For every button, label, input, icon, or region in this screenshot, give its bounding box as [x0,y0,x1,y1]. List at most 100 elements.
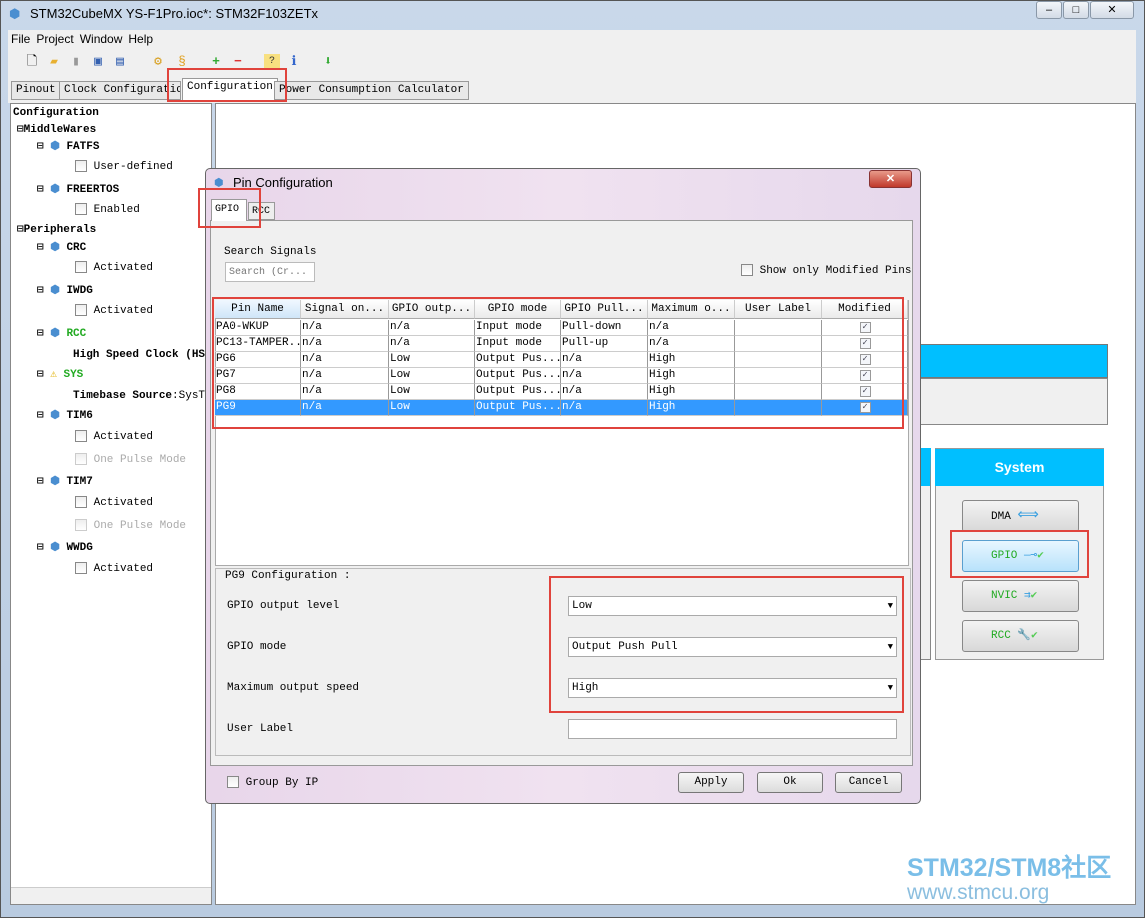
modified-checkbox[interactable]: ✓ [859,354,871,365]
tree-crc[interactable]: ⊟ ⬢ CRC [37,240,86,254]
checkbox[interactable] [227,776,239,788]
dialog-close-button[interactable]: ✕ [869,170,912,188]
table-cell: High [648,400,735,416]
nvic-button[interactable]: NVIC ⇉✔ [962,580,1079,612]
tree-label: SYS [63,369,84,381]
modified-checkbox[interactable]: ✓ [859,338,871,349]
close-window-button[interactable]: ✕ [1090,1,1134,19]
tree-fatfs[interactable]: ⊟ ⬢ FATFS [37,139,99,153]
ok-button[interactable]: Ok [757,772,823,793]
save-as-icon[interactable]: ▤ [112,54,128,70]
rcc-button[interactable]: RCC 🔧✔ [962,620,1079,652]
gpio-button[interactable]: GPIO —⊸✔ [962,540,1079,572]
modified-checkbox[interactable]: ✓ [859,322,871,333]
checkbox[interactable] [75,203,87,215]
tree-rcc[interactable]: ⊟ ⬢ RCC [37,326,86,340]
menu-project[interactable]: Project [33,30,76,48]
tree-iwdg[interactable]: ⊟ ⬢ IWDG [37,283,93,297]
configuration-tree: Configuration ⊟MiddleWares ⊟ ⬢ FATFS Use… [10,103,212,905]
tab-pinout[interactable]: Pinout [11,81,61,100]
tab-power-consumption[interactable]: Power Consumption Calculator [274,81,469,100]
table-cell: PG9 [215,400,301,416]
sys-timebase-option[interactable]: Timebase Source:SysTick [73,390,211,402]
search-signals-input[interactable] [225,262,315,282]
table-cell: PG6 [215,352,301,368]
checkbox[interactable] [741,264,753,276]
table-cell: PG8 [215,384,301,400]
apply-button[interactable]: Apply [678,772,744,793]
option-label: Timebase Source [73,390,173,402]
table-cell: Low [389,368,475,384]
download-icon[interactable]: ⬇ [320,54,336,70]
copy-icon[interactable]: ▮ [68,54,84,70]
dialog-tab-gpio[interactable]: GPIO [211,199,247,221]
menu-window[interactable]: Window [77,30,126,48]
info-icon[interactable]: ℹ [286,54,302,70]
fatfs-user-defined[interactable]: User-defined [75,160,173,173]
open-folder-icon[interactable]: ▰ [46,54,62,70]
checkbox-label: Group By IP [245,776,319,789]
modified-checkbox[interactable]: ✓ [859,386,871,397]
freertos-enabled[interactable]: Enabled [75,203,140,216]
column-header[interactable]: Modified [822,300,908,319]
option-label: One Pulse Mode [93,453,187,466]
column-header[interactable]: GPIO Pull... [561,300,648,319]
column-header[interactable]: Signal on... [301,300,389,319]
dma-button[interactable]: DMA ⟺ [962,500,1079,532]
checkbox[interactable] [75,160,87,172]
modified-checkbox[interactable]: ✓ [859,402,871,413]
tree-tim7[interactable]: ⊟ ⬢ TIM7 [37,474,93,488]
checkbox[interactable] [75,304,87,316]
output-level-select[interactable]: Low ▼ [568,596,897,616]
checkbox[interactable] [75,562,87,574]
tree-freertos[interactable]: ⊟ ⬢ FREERTOS [37,182,119,196]
column-header[interactable]: Maximum o... [648,300,735,319]
show-modified-checkbox[interactable]: Show only Modified Pins [741,264,911,277]
tree-middlewares[interactable]: ⊟MiddleWares [17,122,96,136]
checkbox[interactable] [75,496,87,508]
generate-icon[interactable]: ⚙ [150,54,166,70]
column-header[interactable]: Pin Name [215,300,301,319]
checkbox[interactable] [75,261,87,273]
user-label-input[interactable] [568,719,897,739]
tim6-activated[interactable]: Activated [75,430,153,443]
column-header[interactable]: GPIO mode [475,300,561,319]
horizontal-scrollbar[interactable] [11,887,211,904]
watermark-logo: STM32/STM8社区 [907,854,1112,882]
wrench-icon: 🔧 [1017,630,1032,642]
group-by-ip-checkbox[interactable]: Group By IP [227,776,318,789]
zoom-in-icon[interactable]: + [208,54,224,70]
wwdg-activated[interactable]: Activated [75,562,153,575]
menu-file[interactable]: File [8,30,33,48]
new-file-icon[interactable]: 🗋 [24,54,40,70]
minimize-button[interactable]: – [1036,1,1062,19]
modified-checkbox[interactable]: ✓ [859,370,871,381]
rcc-hse-option[interactable]: High Speed Clock (HSE) [73,349,211,361]
tim7-activated[interactable]: Activated [75,496,153,509]
report-icon[interactable]: § [174,54,190,70]
checkbox[interactable] [75,430,87,442]
column-header[interactable]: User Label [735,300,822,319]
tree-sys[interactable]: ⊟ ⚠ SYS [37,367,83,381]
dialog-tab-rcc[interactable]: RCC [248,202,275,220]
save-icon[interactable]: ▣ [90,54,106,70]
dropdown-arrow-icon: ▼ [887,601,893,611]
watermark-url: www.stmcu.org [907,881,1050,904]
cancel-button[interactable]: Cancel [835,772,902,793]
menu-help[interactable]: Help [125,30,156,48]
zoom-out-icon[interactable]: − [230,54,246,70]
max-speed-select[interactable]: High ▼ [568,678,897,698]
column-header[interactable]: GPIO outp... [389,300,475,319]
tab-configuration[interactable]: Configuration [182,78,278,100]
tree-wwdg[interactable]: ⊟ ⬢ WWDG [37,540,93,554]
gpio-mode-select[interactable]: Output Push Pull ▼ [568,637,897,657]
tim6-one-pulse: One Pulse Mode [75,453,186,466]
iwdg-activated[interactable]: Activated [75,304,153,317]
tree-label: Peripherals [23,224,97,236]
crc-activated[interactable]: Activated [75,261,153,274]
tree-tim6[interactable]: ⊟ ⬢ TIM6 [37,408,93,422]
maximize-button[interactable]: □ [1063,1,1089,19]
tab-clock-configuration[interactable]: Clock Configuration [59,81,181,100]
help-icon[interactable]: ? [264,54,280,70]
tree-peripherals[interactable]: ⊟Peripherals [17,222,96,236]
